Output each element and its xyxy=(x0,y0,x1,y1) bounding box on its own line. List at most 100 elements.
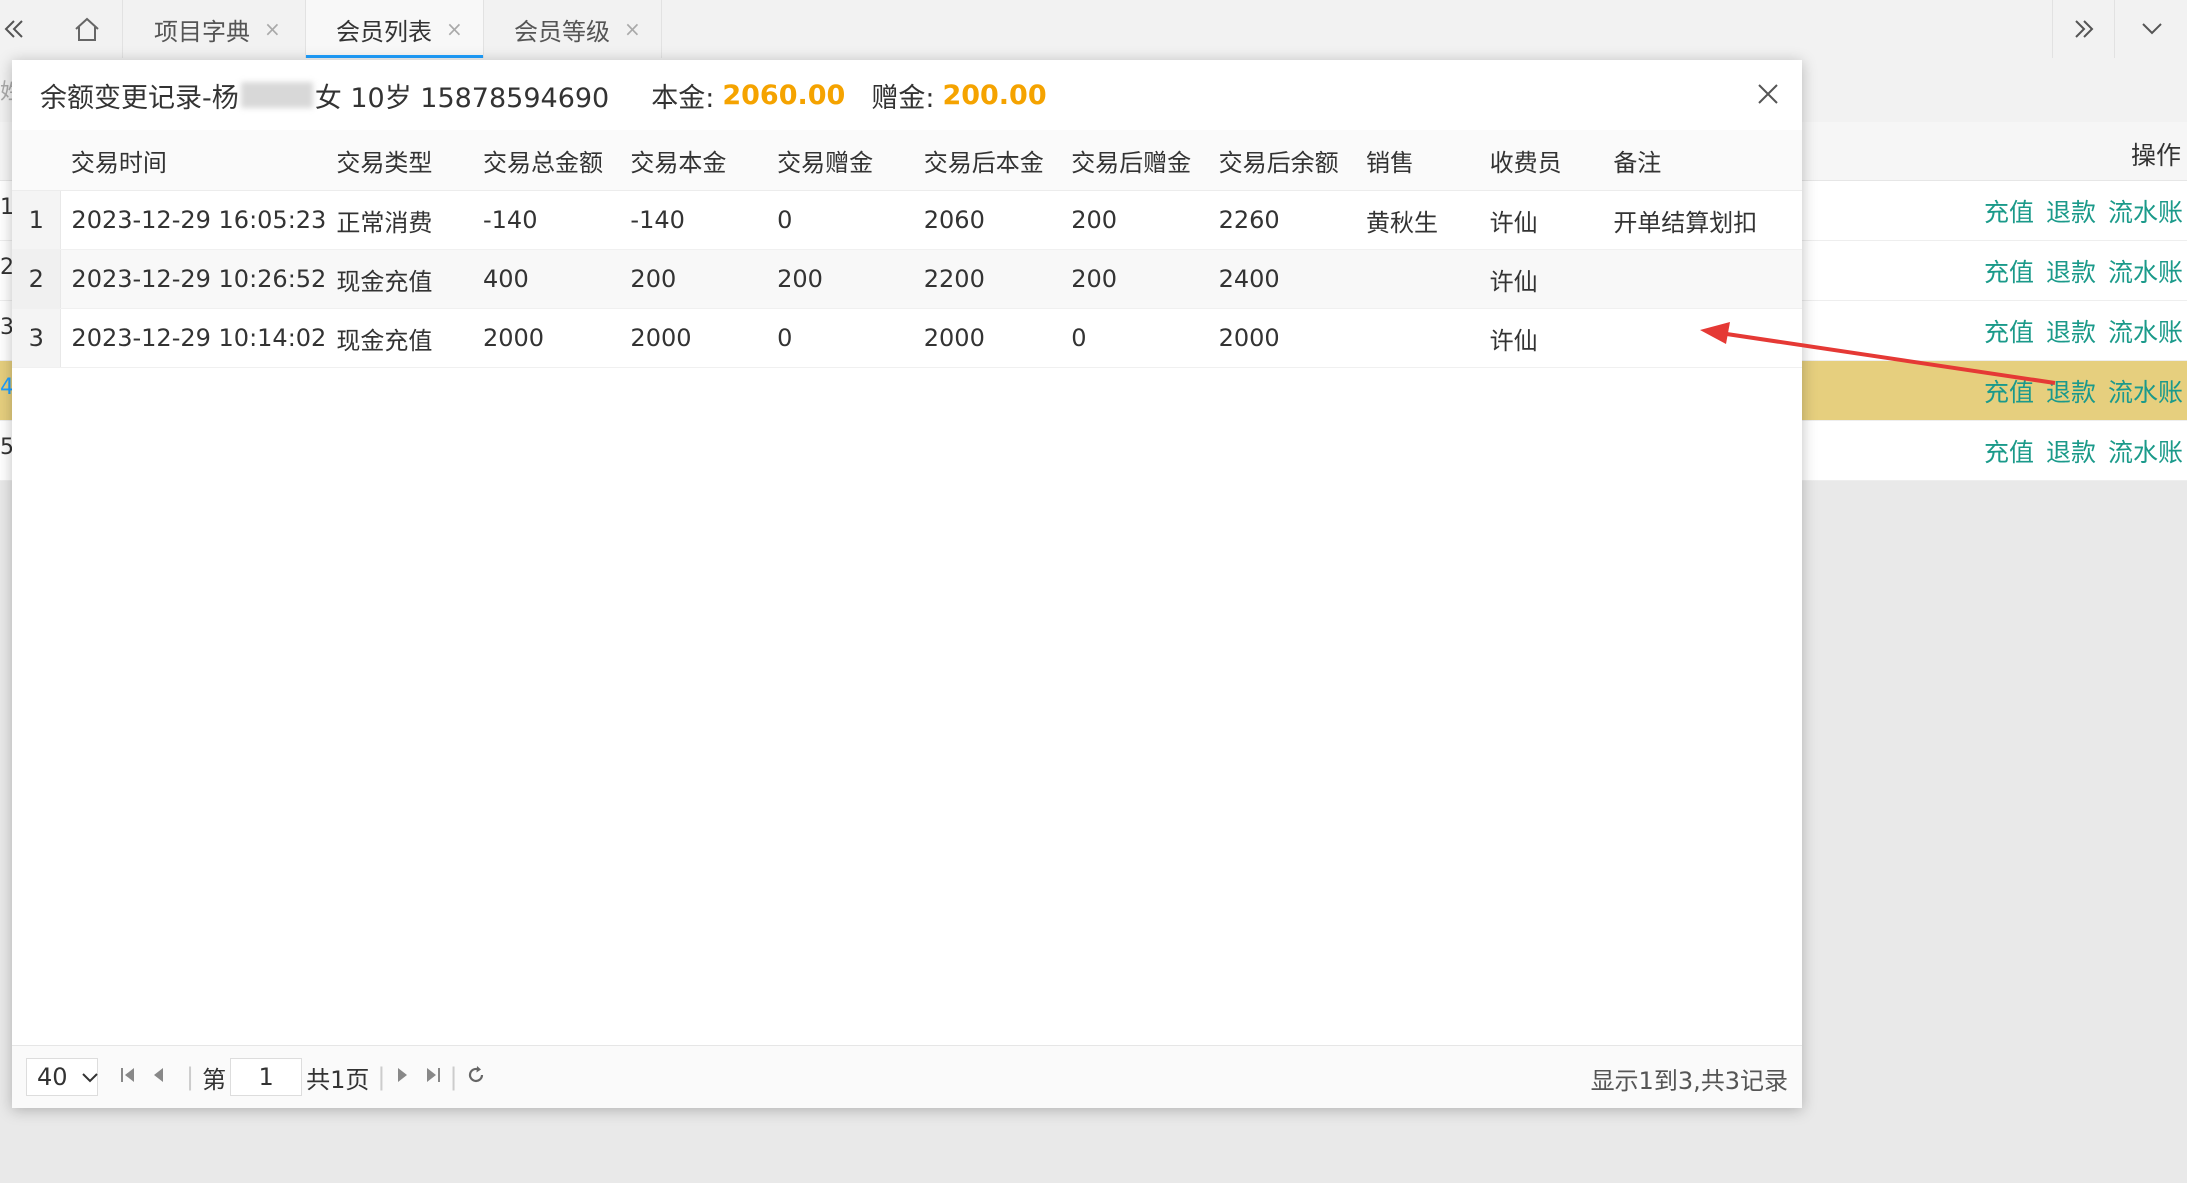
close-icon[interactable] xyxy=(1752,78,1784,110)
table-cell xyxy=(1356,249,1480,309)
row-actions: 充值 退款 流水账 xyxy=(1972,253,2183,289)
column-header[interactable]: 收费员 xyxy=(1479,130,1604,191)
table-cell: 2000 xyxy=(620,308,768,368)
recharge-link[interactable]: 充值 xyxy=(1984,378,2034,407)
tab-close-icon[interactable]: × xyxy=(624,17,641,41)
table-row[interactable]: 1 2023-12-29 16:05:23 正常消费 -140 -140 0 2060 200… xyxy=(12,190,1802,250)
table-cell: 许仙 xyxy=(1479,308,1604,368)
row-actions: 充值 退款 流水账 xyxy=(1972,433,2183,469)
row-actions: 充值 退款 流水账 xyxy=(1972,193,2183,229)
column-header[interactable]: 交易总金额 xyxy=(473,130,621,191)
table-cell: 正常消费 xyxy=(326,190,473,250)
table-cell: 黄秋生 xyxy=(1356,190,1480,250)
table-cell: 2023-12-29 10:14:02 xyxy=(60,308,327,368)
column-header[interactable]: 销售 xyxy=(1356,130,1480,191)
transaction-table: 交易时间 交易类型 交易总金额 交易本金 交易赠金 交易后本金 交易后赠金 交易后余额 销售 收费… xyxy=(12,130,1802,368)
recharge-link[interactable]: 充值 xyxy=(1984,258,2034,287)
page-size-select[interactable]: 40 xyxy=(26,1058,98,1096)
tab-member-list[interactable]: 会员列表 × xyxy=(306,0,484,59)
page-total: 共1页 xyxy=(306,1065,370,1094)
table-row[interactable]: 2 2023-12-29 10:26:52 现金充值 400 200 200 2200 200… xyxy=(12,249,1802,309)
next-page-icon[interactable] xyxy=(391,1066,415,1089)
column-header[interactable]: 交易后本金 xyxy=(913,130,1062,191)
table-row[interactable]: 3 2023-12-29 10:14:02 现金充值 2000 2000 0 2000 0 20… xyxy=(12,308,1802,368)
page-number-input[interactable]: 1 xyxy=(230,1058,303,1096)
column-header[interactable]: 交易本金 xyxy=(620,130,768,191)
first-page-icon[interactable] xyxy=(116,1066,140,1089)
table-cell: 2060 xyxy=(913,190,1062,250)
table-cell: 0 xyxy=(767,190,914,250)
tab-label: 项目字典 xyxy=(154,17,250,46)
ledger-link[interactable]: 流水账 xyxy=(2108,318,2183,347)
ledger-link[interactable]: 流水账 xyxy=(2108,198,2183,227)
tab-close-icon[interactable]: × xyxy=(264,17,281,41)
column-header[interactable]: 交易后赠金 xyxy=(1061,130,1209,191)
table-cell xyxy=(1603,308,1802,368)
row-number: 2 xyxy=(12,249,62,309)
row-number: 1 xyxy=(12,190,62,250)
bonus-label: 赠金: xyxy=(871,82,935,114)
ledger-link[interactable]: 流水账 xyxy=(2108,258,2183,287)
table-cell: 0 xyxy=(1061,308,1209,368)
ledger-link[interactable]: 流水账 xyxy=(2108,438,2183,467)
page-size-value: 40 xyxy=(37,1063,68,1091)
table-cell: 许仙 xyxy=(1479,249,1604,309)
tab-close-icon[interactable]: × xyxy=(446,17,463,41)
column-header[interactable]: 交易赠金 xyxy=(767,130,914,191)
pager-divider: | xyxy=(377,1063,386,1091)
refund-link[interactable]: 退款 xyxy=(2046,198,2096,227)
recharge-link[interactable]: 充值 xyxy=(1984,438,2034,467)
ledger-link[interactable]: 流水账 xyxy=(2108,378,2183,407)
scroll-left-icon[interactable] xyxy=(0,0,28,58)
pagination-bar: 40 | 第 1 共1页 | | 显示1到3,共3记录 xyxy=(12,1045,1802,1108)
table-cell: 200 xyxy=(620,249,768,309)
table-cell: -140 xyxy=(620,190,768,250)
redacted-name xyxy=(240,82,313,108)
tab-label: 会员列表 xyxy=(336,17,432,46)
pager-divider: | xyxy=(186,1063,195,1091)
column-header[interactable]: 交易类型 xyxy=(326,130,473,191)
table-cell: 400 xyxy=(473,249,621,309)
refund-link[interactable]: 退款 xyxy=(2046,438,2096,467)
row-actions: 充值 退款 流水账 xyxy=(1972,313,2183,349)
column-header[interactable]: 交易后余额 xyxy=(1208,130,1357,191)
table-cell: 200 xyxy=(767,249,914,309)
recharge-link[interactable]: 充值 xyxy=(1984,198,2034,227)
tab-project-dictionary[interactable]: 项目字典 × xyxy=(124,0,306,58)
table-cell: -140 xyxy=(473,190,621,250)
row-actions: 充值 退款 流水账 xyxy=(1972,373,2183,409)
tab-bar: 项目字典 × 会员列表 × 会员等级 × xyxy=(0,0,2187,59)
principal-label: 本金: xyxy=(651,82,715,114)
column-header[interactable]: 备注 xyxy=(1603,130,1802,191)
refund-link[interactable]: 退款 xyxy=(2046,318,2096,347)
chevron-down-icon xyxy=(81,1068,98,1087)
refund-link[interactable]: 退款 xyxy=(2046,378,2096,407)
home-tab[interactable] xyxy=(52,0,123,58)
table-cell: 许仙 xyxy=(1479,190,1604,250)
table-cell: 现金充值 xyxy=(326,249,473,309)
principal-value: 2060.00 xyxy=(722,79,846,111)
table-cell: 开单结算划扣 xyxy=(1603,190,1802,250)
column-header[interactable]: 交易时间 xyxy=(60,130,327,191)
bonus-value: 200.00 xyxy=(942,79,1047,111)
table-cell: 2260 xyxy=(1208,190,1357,250)
last-page-icon[interactable] xyxy=(421,1066,445,1089)
scroll-right-icon[interactable] xyxy=(2052,0,2115,58)
home-icon xyxy=(75,17,99,41)
row-number-header xyxy=(12,130,61,191)
table-cell: 2000 xyxy=(913,308,1062,368)
tab-member-level[interactable]: 会员等级 × xyxy=(484,0,662,58)
refund-link[interactable]: 退款 xyxy=(2046,258,2096,287)
chevron-down-icon[interactable] xyxy=(2114,0,2187,58)
row-number: 3 xyxy=(12,308,62,368)
pager-divider: | xyxy=(449,1063,458,1091)
page-prefix: 第 xyxy=(202,1065,227,1094)
table-header-row: 交易时间 交易类型 交易总金额 交易本金 交易赠金 交易后本金 交易后赠金 交易后余额 销售 收费… xyxy=(12,130,1802,191)
recharge-link[interactable]: 充值 xyxy=(1984,318,2034,347)
prev-page-icon[interactable] xyxy=(146,1066,170,1089)
table-cell: 2000 xyxy=(473,308,621,368)
refresh-icon[interactable] xyxy=(464,1065,488,1090)
operations-header: 操作 xyxy=(2130,141,2181,170)
table-cell: 2000 xyxy=(1208,308,1357,368)
table-cell: 0 xyxy=(767,308,914,368)
